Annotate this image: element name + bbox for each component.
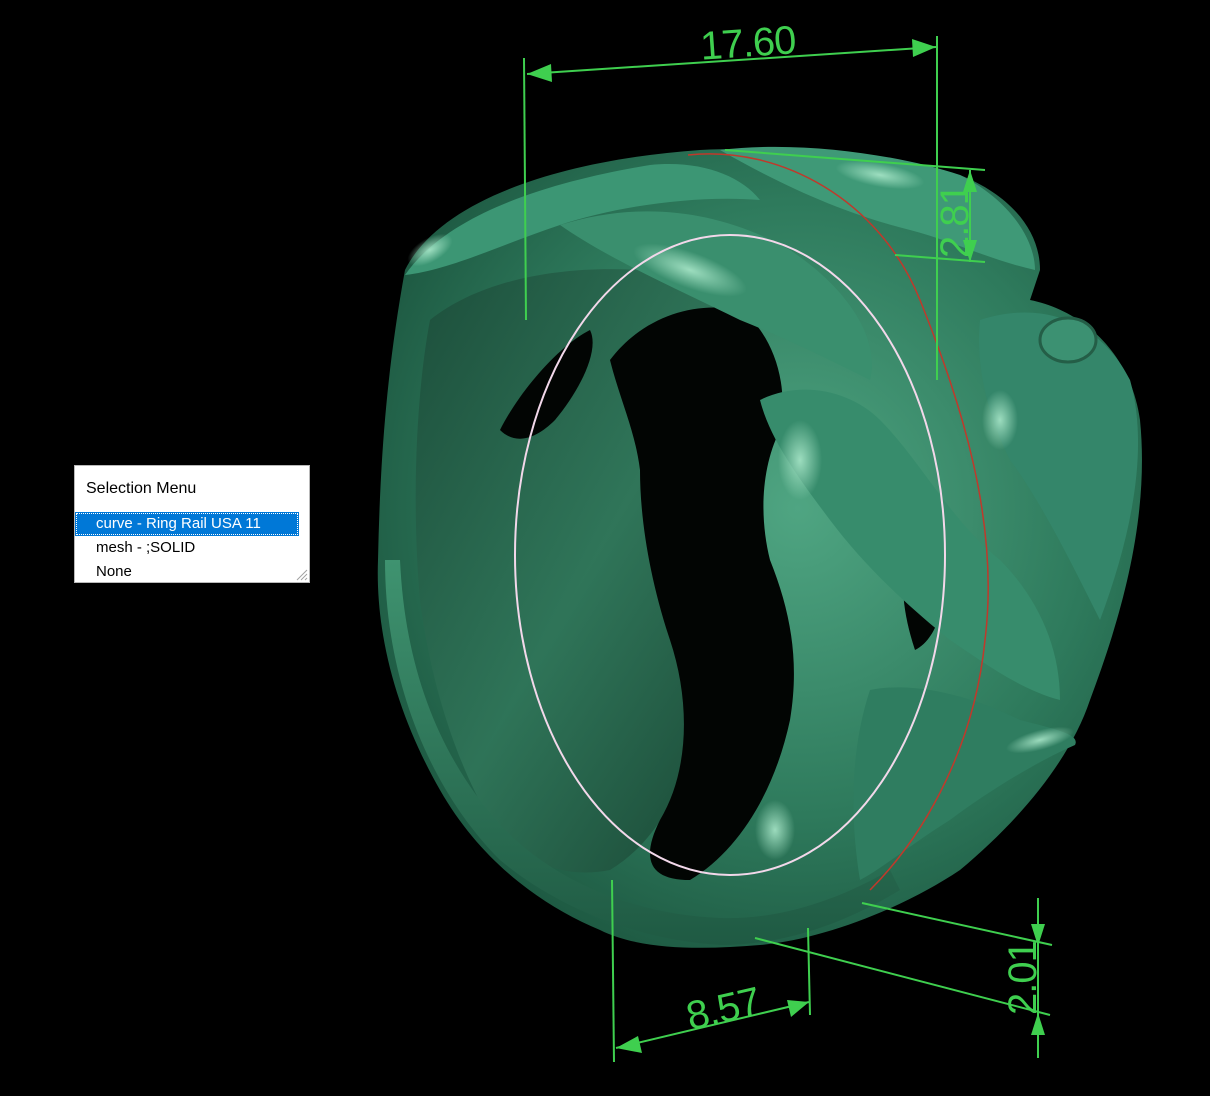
- dimension-label-bottom-width: 8.57: [682, 979, 764, 1038]
- highlight: [982, 390, 1018, 450]
- stone-setting: [1038, 316, 1098, 364]
- menu-item-mesh-solid[interactable]: mesh - ;SOLID: [75, 536, 299, 560]
- menu-item-curve-ring-rail[interactable]: curve - Ring Rail USA 11: [75, 512, 299, 536]
- highlight: [755, 800, 795, 860]
- selection-menu-list[interactable]: curve - Ring Rail USA 11 mesh - ;SOLID N…: [75, 512, 299, 584]
- selection-menu[interactable]: Selection Menu curve - Ring Rail USA 11 …: [74, 465, 310, 583]
- menu-item-none[interactable]: None: [75, 560, 299, 584]
- dimension-label-bottom-height: 2.01: [1001, 941, 1045, 1015]
- dimension-label-top-width: 17.60: [699, 18, 797, 69]
- resize-grip-icon[interactable]: [296, 569, 308, 581]
- 3d-viewport[interactable]: 17.60 2.81 8.57 2.01 Selection Menu curv…: [0, 0, 1210, 1096]
- dimension-label-top-height: 2.81: [933, 184, 977, 258]
- highlight: [778, 420, 822, 500]
- selection-menu-title: Selection Menu: [86, 480, 197, 497]
